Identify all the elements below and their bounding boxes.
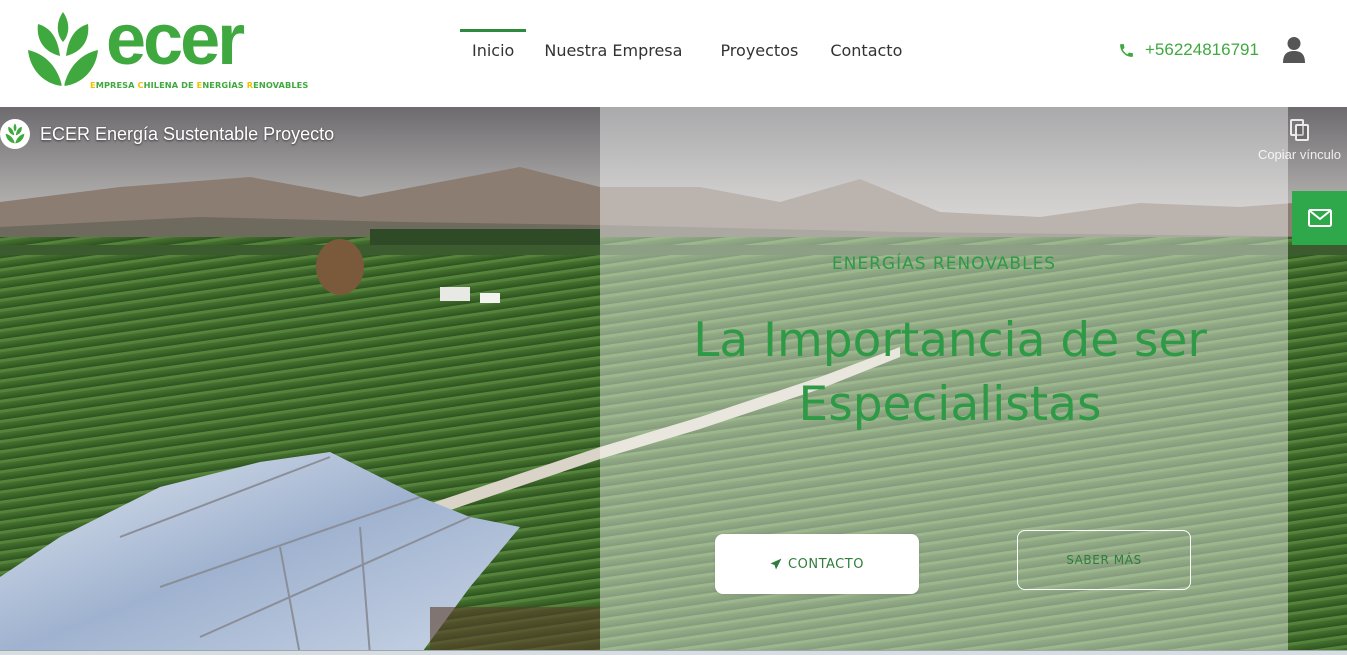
taskbar-strip <box>0 650 1347 655</box>
leaf-logo-icon <box>5 123 25 144</box>
phone-link[interactable]: +56224816791 <box>1118 40 1259 60</box>
user-icon[interactable] <box>1282 36 1306 64</box>
hero-headline: La Importancia de ser Especialistas <box>600 309 1300 437</box>
logo-tagline-part: ENOVABLES <box>253 80 309 90</box>
nav-item-contacto[interactable]: Contacto <box>814 0 918 100</box>
video-title-bar[interactable]: ECER Energía Sustentable Proyecto <box>0 119 334 149</box>
phone-number: +56224816791 <box>1145 40 1259 59</box>
nav-item-inicio[interactable]: Inicio <box>456 0 530 100</box>
video-title[interactable]: ECER Energía Sustentable Proyecto <box>40 124 334 145</box>
hero-headline-line1: La Importancia de ser <box>693 313 1207 368</box>
logo-tagline-part: HILENA DE <box>143 80 197 90</box>
learn-more-button[interactable]: SABER MÁS <box>1017 530 1191 590</box>
logo-wordmark: ecer <box>106 0 245 80</box>
logo-tagline-part: NERGÍAS <box>202 80 247 90</box>
contact-button-label: CONTACTO <box>788 556 864 572</box>
mail-button[interactable] <box>1292 191 1347 245</box>
nav-item-nuestra-empresa[interactable]: Nuestra Empresa <box>530 0 704 100</box>
channel-avatar[interactable] <box>0 119 30 149</box>
site-header: ecer EMPRESA CHILENA DE ENERGÍAS RENOVAB… <box>0 0 1347 107</box>
hero-kicker: ENERGÍAS RENOVABLES <box>831 254 1057 274</box>
copy-link-button[interactable]: Copiar vínculo <box>1252 119 1347 162</box>
hero-section: ECER Energía Sustentable Proyecto Copiar… <box>0 107 1347 655</box>
copy-link-label: Copiar vínculo <box>1257 147 1342 162</box>
copy-icon <box>1289 119 1309 141</box>
logo-tagline-part: MPRESA <box>95 80 138 90</box>
logo-tagline: EMPRESA CHILENA DE ENERGÍAS RENOVABLES <box>90 80 308 90</box>
envelope-icon <box>1307 209 1332 227</box>
contact-button[interactable]: CONTACTO <box>715 534 919 594</box>
paper-plane-icon <box>770 558 782 570</box>
hero-headline-line2: Especialistas <box>798 377 1102 432</box>
main-nav: Inicio Nuestra Empresa Proyectos Contact… <box>456 0 918 107</box>
nav-item-proyectos[interactable]: Proyectos <box>704 0 814 100</box>
leaf-logo-icon <box>28 12 98 90</box>
phone-icon <box>1120 43 1133 57</box>
ecer-logo[interactable]: ecer EMPRESA CHILENA DE ENERGÍAS RENOVAB… <box>26 4 308 92</box>
